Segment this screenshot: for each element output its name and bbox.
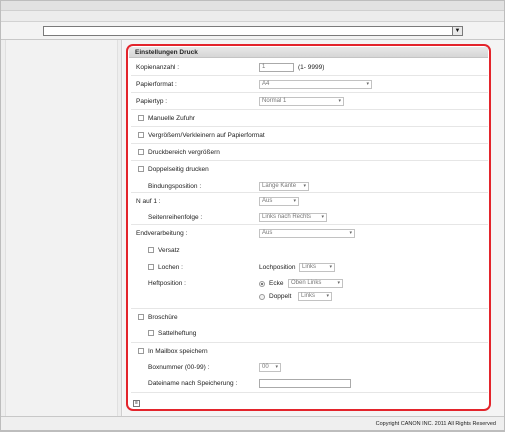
finishing-row: Endverarbeitung : Aus ▾ Versatz Lochen :… <box>131 225 488 309</box>
chevron-down-icon: ▾ <box>321 214 324 220</box>
binding-position-select[interactable]: Lange Kante ▾ <box>259 182 309 191</box>
fit-to-paper-checkbox[interactable] <box>138 132 144 138</box>
chevron-down-icon: ▾ <box>326 293 329 299</box>
chevron-down-icon: ▾ <box>329 264 332 270</box>
paper-size-select[interactable]: A4 ▾ <box>259 80 372 89</box>
page-order-select[interactable]: Links nach Rechts ▾ <box>259 213 327 222</box>
duplex-label: Doppelseitig drucken <box>148 166 209 173</box>
offset-label: Versatz <box>158 247 180 254</box>
mailbox-checkbox[interactable] <box>138 348 144 354</box>
double-radio[interactable] <box>259 294 265 300</box>
box-number-select[interactable]: 00 ▾ <box>259 363 281 372</box>
punch-position-label: Lochposition <box>259 264 296 271</box>
navigation-select[interactable]: ▼ <box>43 26 463 36</box>
finishing-value: Aus <box>262 230 273 236</box>
copies-row: Kopienanzahl : 1 (1- 9999) <box>131 59 488 76</box>
n-up-row: N auf 1 : Aus ▾ Seitenreihenfolge : Link… <box>131 193 488 225</box>
manual-feed-row: Manuelle Zufuhr <box>131 110 488 127</box>
n-up-value: Aus <box>262 198 273 204</box>
mailbox-row: In Mailbox speichern Boxnummer (00-99) :… <box>131 343 488 393</box>
manual-feed-label: Manuelle Zufuhr <box>148 115 195 122</box>
paper-type-value: Normal 1 <box>262 98 287 104</box>
chevron-down-icon: ▾ <box>275 364 278 370</box>
manual-feed-checkbox[interactable] <box>138 115 144 121</box>
n-up-select[interactable]: Aus ▾ <box>259 197 299 206</box>
paper-type-label: Papiertyp : <box>136 98 168 105</box>
chevron-down-icon[interactable]: ▼ <box>452 27 462 35</box>
punch-label: Lochen : <box>158 264 183 271</box>
corner-label: Ecke <box>269 280 284 287</box>
finishing-label: Endverarbeitung : <box>136 230 188 237</box>
chevron-down-icon: ▾ <box>293 198 296 204</box>
chevron-down-icon: ▾ <box>338 98 341 104</box>
double-select[interactable]: Links ▾ <box>298 292 332 301</box>
toolbar-strip <box>1 11 504 22</box>
offset-checkbox[interactable] <box>148 247 154 253</box>
corner-radio[interactable] <box>259 281 265 287</box>
print-settings-panel: Einstellungen Druck Kopienanzahl : 1 (1-… <box>126 44 491 411</box>
binding-position-label: Bindungsposition : <box>148 183 202 190</box>
paper-size-label: Papierformat : <box>136 81 177 88</box>
fit-to-paper-row: Vergrößern/Verkleinern auf Papierformat <box>131 127 488 144</box>
copies-input[interactable]: 1 <box>259 63 294 72</box>
saddle-stitch-checkbox[interactable] <box>148 330 154 336</box>
booklet-label: Broschüre <box>148 314 178 321</box>
punch-position-value: Links <box>302 264 317 270</box>
punch-position-select[interactable]: Links ▾ <box>299 263 335 272</box>
duplex-row: Doppelseitig drucken Bindungsposition : … <box>131 161 488 193</box>
double-value: Links <box>301 293 316 299</box>
enlarge-print-area-label: Druckbereich vergrößern <box>148 149 220 156</box>
left-sidebar <box>1 40 122 416</box>
chevron-down-icon: ▾ <box>366 81 369 87</box>
copies-range-label: (1- 9999) <box>298 64 325 71</box>
n-up-label: N auf 1 : <box>136 198 161 205</box>
double-label: Doppelt <box>269 293 292 300</box>
punch-checkbox[interactable] <box>148 264 154 270</box>
paper-type-select[interactable]: Normal 1 ▾ <box>259 97 344 106</box>
filename-label: Dateiname nach Speicherung : <box>148 380 238 387</box>
list-icon[interactable]: ≡ <box>133 400 140 407</box>
paper-size-row: Papierformat : A4 ▾ <box>131 76 488 93</box>
enlarge-print-area-row: Druckbereich vergrößern <box>131 144 488 161</box>
fit-to-paper-label: Vergrößern/Verkleinern auf Papierformat <box>148 132 265 139</box>
chevron-down-icon: ▾ <box>349 230 352 236</box>
footer-bar: Copyright CANON INC. 2011 All Rights Res… <box>1 416 504 431</box>
page-order-label: Seitenreihenfolge : <box>148 214 203 221</box>
paper-type-row: Papiertyp : Normal 1 ▾ <box>131 93 488 110</box>
booklet-row: Broschüre Sattelheftung <box>131 309 488 343</box>
box-number-value: 00 <box>262 364 269 370</box>
bottom-border <box>1 430 504 431</box>
booklet-checkbox[interactable] <box>138 314 144 320</box>
page-order-value: Links nach Rechts <box>262 214 312 220</box>
panel-title: Einstellungen Druck <box>129 47 488 58</box>
finishing-select[interactable]: Aus ▾ <box>259 229 355 238</box>
navigation-strip: ▼ <box>1 22 504 40</box>
copyright-text: Copyright CANON INC. 2011 All Rights Res… <box>375 421 496 427</box>
enlarge-print-area-checkbox[interactable] <box>138 149 144 155</box>
box-number-label: Boxnummer (00-99) : <box>148 364 210 371</box>
chevron-down-icon: ▾ <box>337 280 340 286</box>
corner-select[interactable]: Oben Links ▾ <box>288 279 343 288</box>
staple-position-label: Heftposition : <box>148 280 186 287</box>
title-bar <box>1 1 504 11</box>
duplex-checkbox[interactable] <box>138 166 144 172</box>
corner-value: Oben Links <box>291 280 322 286</box>
binding-position-value: Lange Kante <box>262 183 297 189</box>
paper-size-value: A4 <box>262 81 270 87</box>
saddle-stitch-label: Sattelheftung <box>158 330 197 337</box>
filename-input[interactable] <box>259 379 351 388</box>
mailbox-label: In Mailbox speichern <box>148 348 208 355</box>
chevron-down-icon: ▾ <box>303 183 306 189</box>
left-sidebar-inner <box>5 40 118 416</box>
copies-label: Kopienanzahl : <box>136 64 180 71</box>
